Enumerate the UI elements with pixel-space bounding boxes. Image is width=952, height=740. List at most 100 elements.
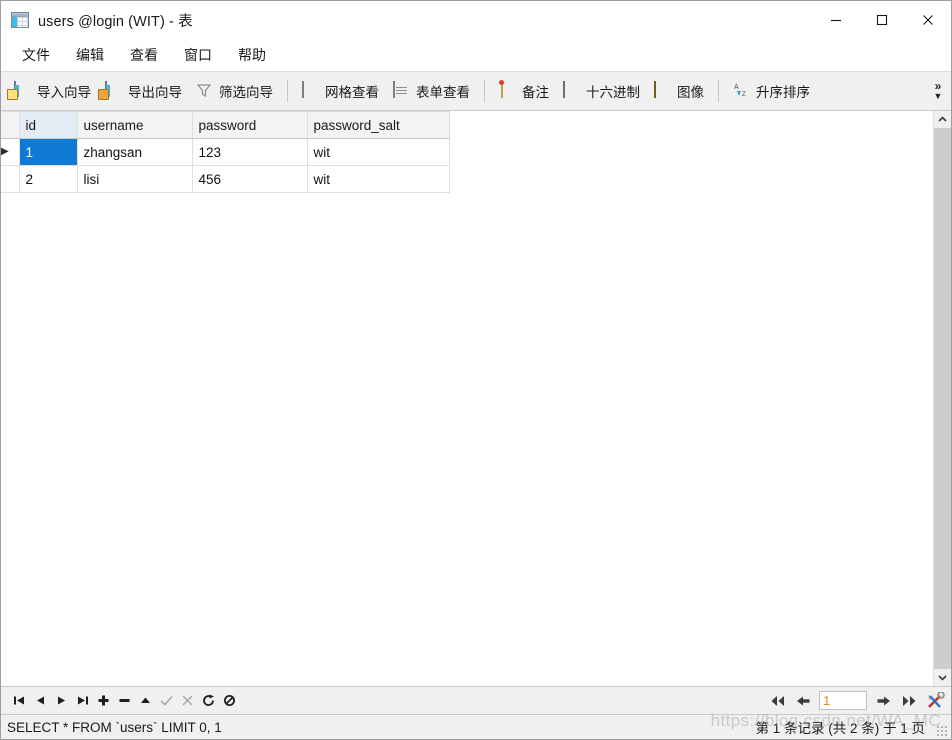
toolbar-separator-3 — [718, 80, 719, 102]
apply-record-button[interactable] — [135, 690, 156, 711]
arrow-right-icon — [877, 696, 890, 705]
maximize-button[interactable] — [859, 1, 905, 39]
refresh-button[interactable] — [198, 690, 219, 711]
scissors-icon — [182, 695, 193, 706]
data-grid: id username password password_salt ▶ 1 z… — [1, 111, 450, 193]
form-view-button[interactable]: 表单查看 — [386, 77, 477, 105]
first-record-button[interactable] — [9, 690, 30, 711]
table-row[interactable]: ▶ 1 zhangsan 123 wit — [1, 138, 450, 166]
cell-password-salt[interactable]: wit — [307, 138, 450, 166]
next-page-button[interactable] — [873, 691, 893, 711]
filter-wizard-button[interactable]: 筛选向导 — [189, 77, 280, 105]
title-bar: users @login (WIT) - 表 — [1, 1, 951, 39]
image-label: 图像 — [677, 85, 704, 100]
minimize-button[interactable] — [813, 1, 859, 39]
cell-username[interactable]: lisi — [77, 165, 193, 193]
previous-record-button[interactable] — [30, 690, 51, 711]
toolbar-separator-2 — [484, 80, 485, 102]
tools-wrench-button[interactable] — [925, 690, 945, 710]
cell-password-salt[interactable]: wit — [307, 165, 450, 193]
play-forward-icon — [58, 696, 65, 705]
close-icon — [923, 15, 933, 25]
skip-to-end-icon — [78, 696, 88, 705]
close-button[interactable] — [905, 1, 951, 39]
sql-statement: SELECT * FROM `users` LIMIT 0, 1 — [7, 719, 222, 735]
cell-id[interactable]: 1 — [19, 138, 78, 166]
last-record-button[interactable] — [72, 690, 93, 711]
minus-icon — [119, 699, 130, 702]
content-area: id username password password_salt ▶ 1 z… — [1, 111, 951, 686]
column-header-id[interactable]: id — [19, 111, 78, 139]
hex-label: 十六进制 — [586, 85, 640, 100]
scroll-up-button[interactable] — [934, 111, 951, 128]
export-wizard-button[interactable]: 导出向导 — [98, 77, 189, 105]
note-icon — [499, 80, 517, 100]
page-number-input[interactable] — [819, 691, 867, 710]
next-record-button[interactable] — [51, 690, 72, 711]
image-icon — [654, 81, 672, 100]
column-header-password-salt[interactable]: password_salt — [307, 111, 450, 139]
chevron-double-right-icon: » — [934, 79, 942, 93]
grid-header-row: id username password password_salt — [1, 111, 450, 139]
arrow-left-icon — [796, 696, 809, 705]
first-page-button[interactable] — [767, 691, 787, 711]
resize-grip[interactable] — [936, 725, 948, 737]
grid-header: id username password password_salt — [1, 111, 450, 139]
cell-password[interactable]: 123 — [192, 138, 308, 166]
cancel-edit-button[interactable] — [177, 690, 198, 711]
image-button[interactable]: 图像 — [647, 77, 711, 105]
status-bar: SELECT * FROM `users` LIMIT 0, 1 第 1 条记录… — [1, 714, 951, 739]
form-view-label: 表单查看 — [416, 85, 470, 100]
export-wizard-icon — [98, 81, 123, 100]
confirm-edit-button[interactable] — [156, 690, 177, 711]
row-marker: ▶ — [1, 138, 20, 166]
import-wizard-button[interactable]: 导入向导 — [7, 77, 98, 105]
data-grid-area[interactable]: id username password password_salt ▶ 1 z… — [1, 111, 933, 686]
sort-ascending-button[interactable]: A Z 升序排序 — [726, 77, 817, 105]
stop-button[interactable] — [219, 690, 240, 711]
last-page-button[interactable] — [899, 691, 919, 711]
export-wizard-label: 导出向导 — [128, 85, 182, 100]
import-wizard-icon — [7, 81, 32, 100]
memo-label: 备注 — [522, 85, 549, 100]
cell-username[interactable]: zhangsan — [77, 138, 193, 166]
grid-view-button[interactable]: 网格查看 — [295, 77, 386, 105]
hex-button[interactable]: 十六进制 — [556, 77, 647, 105]
form-view-icon — [393, 81, 411, 100]
menu-item-help[interactable]: 帮助 — [225, 41, 279, 69]
toolbar-overflow-button[interactable]: » ▼ — [927, 72, 949, 110]
previous-page-button[interactable] — [793, 691, 813, 711]
memo-button[interactable]: 备注 — [492, 77, 556, 105]
maximize-icon — [876, 14, 888, 26]
hex-icon — [563, 81, 581, 100]
add-record-button[interactable] — [93, 690, 114, 711]
row-marker — [1, 165, 20, 193]
grid-view-icon — [302, 81, 320, 100]
import-wizard-label: 导入向导 — [37, 85, 91, 100]
title-bar-left: users @login (WIT) - 表 — [1, 10, 193, 31]
table-window-icon — [11, 12, 29, 28]
cell-id[interactable]: 2 — [19, 165, 78, 193]
minimize-icon — [831, 19, 841, 22]
grid-view-label: 网格查看 — [325, 85, 379, 100]
column-header-username[interactable]: username — [77, 111, 193, 139]
menu-item-file[interactable]: 文件 — [9, 41, 63, 69]
triangle-up-icon — [141, 697, 150, 703]
toolbar-separator-1 — [287, 80, 288, 102]
chevron-down-icon — [938, 675, 947, 681]
column-header-password[interactable]: password — [192, 111, 308, 139]
stop-circle-icon — [224, 695, 235, 706]
menu-item-edit[interactable]: 编辑 — [63, 41, 117, 69]
delete-record-button[interactable] — [114, 690, 135, 711]
scroll-down-button[interactable] — [934, 669, 951, 686]
grid-body: ▶ 1 zhangsan 123 wit 2 lisi 456 wit — [1, 138, 450, 193]
menu-item-window[interactable]: 窗口 — [171, 41, 225, 69]
table-window: users @login (WIT) - 表 文件 编辑 查看 窗口 帮助 导入… — [0, 0, 952, 740]
menu-item-view[interactable]: 查看 — [117, 41, 171, 69]
window-title: users @login (WIT) - 表 — [38, 13, 193, 30]
vertical-scrollbar[interactable] — [933, 111, 951, 686]
scroll-track[interactable] — [934, 128, 951, 669]
refresh-icon — [203, 694, 214, 706]
cell-password[interactable]: 456 — [192, 165, 308, 193]
table-row[interactable]: 2 lisi 456 wit — [1, 165, 450, 193]
